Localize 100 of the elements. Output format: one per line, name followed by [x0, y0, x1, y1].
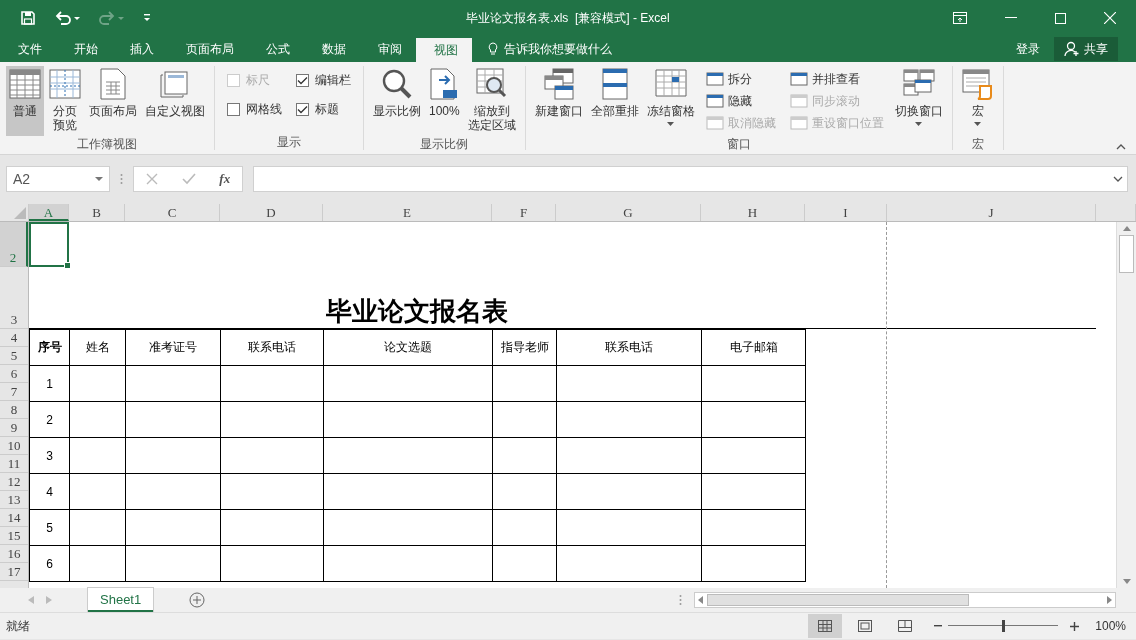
- ribbon-tab[interactable]: 公式: [248, 36, 304, 62]
- row-header[interactable]: 11: [0, 455, 28, 473]
- collapse-ribbon-icon[interactable]: [1116, 144, 1126, 150]
- scroll-thumb[interactable]: [1119, 235, 1134, 273]
- ribbon-button[interactable]: 自定义视图: [142, 66, 208, 136]
- row-header[interactable]: 17: [0, 563, 28, 581]
- scroll-up-icon[interactable]: [1122, 226, 1131, 231]
- column-header[interactable]: B: [69, 204, 125, 221]
- ribbon-button[interactable]: 隐藏: [705, 92, 776, 110]
- column-header[interactable]: C: [125, 204, 220, 221]
- zoom-level[interactable]: 100%: [1095, 619, 1126, 633]
- tell-me-field[interactable]: 告诉我你想要做什么: [504, 40, 612, 58]
- column-header[interactable]: E: [323, 204, 492, 221]
- ribbon-button[interactable]: 100%: [426, 66, 463, 136]
- cancel-icon[interactable]: [145, 173, 158, 185]
- table-header-cell: 准考证号: [125, 329, 221, 366]
- expand-icon[interactable]: [1113, 176, 1123, 182]
- column-header[interactable]: A: [29, 204, 69, 221]
- customize-icon[interactable]: [142, 13, 152, 23]
- normal-view-button[interactable]: [808, 614, 843, 638]
- checkbox-option[interactable]: 网格线: [227, 101, 282, 118]
- ribbon-button[interactable]: 冻结窗格: [643, 66, 698, 136]
- table-cell: [69, 437, 126, 474]
- ribbon-tab[interactable]: 数据: [304, 36, 360, 62]
- scroll-thumb[interactable]: [707, 594, 969, 606]
- column-header[interactable]: J: [887, 204, 1096, 221]
- table-header-cell: 论文选题: [323, 329, 493, 366]
- ribbon-tab[interactable]: 插入: [112, 36, 168, 62]
- maximize-icon[interactable]: [1055, 12, 1066, 24]
- checkmark-icon[interactable]: [181, 173, 196, 185]
- column-header[interactable]: G: [556, 204, 701, 221]
- row-header[interactable]: 2: [0, 222, 28, 267]
- ribbon-tab[interactable]: 文件: [0, 36, 56, 62]
- drag-handle-icon[interactable]: [120, 173, 123, 185]
- ribbon-button[interactable]: 普通: [6, 66, 44, 136]
- sign-in-link[interactable]: 登录: [1002, 36, 1054, 62]
- lightbulb-icon: [488, 42, 498, 56]
- row-header[interactable]: 8: [0, 401, 28, 419]
- row-header[interactable]: 9: [0, 419, 28, 437]
- row-header[interactable]: 5: [0, 347, 28, 365]
- row-header[interactable]: 12: [0, 473, 28, 491]
- caret-icon[interactable]: [95, 177, 103, 181]
- ribbon-tab[interactable]: 视图: [416, 38, 472, 62]
- ribbon-button[interactable]: 并排查看: [789, 70, 884, 88]
- row-header[interactable]: 6: [0, 365, 28, 383]
- checkbox-option[interactable]: 标题: [296, 101, 351, 118]
- scroll-left-icon[interactable]: [698, 596, 703, 604]
- vertical-scrollbar[interactable]: [1116, 222, 1136, 588]
- ribbon-button[interactable]: 拆分: [705, 70, 776, 88]
- zoom-in-icon[interactable]: [1070, 621, 1080, 631]
- ribbon-button[interactable]: 显示比例: [370, 66, 424, 136]
- row-header[interactable]: 14: [0, 509, 28, 527]
- column-header[interactable]: F: [492, 204, 556, 221]
- zoom-slider[interactable]: [948, 619, 1059, 633]
- minimize-icon[interactable]: [1005, 17, 1017, 19]
- ribbon-button[interactable]: 页面布局: [86, 66, 140, 136]
- ribbon-tab[interactable]: 页面布局: [168, 36, 248, 62]
- undo-icon[interactable]: [54, 10, 80, 26]
- column-header[interactable]: H: [701, 204, 805, 221]
- scroll-right-icon[interactable]: [1107, 596, 1112, 604]
- table-header-cell: 电子邮箱: [701, 329, 806, 366]
- selected-cell[interactable]: [29, 222, 69, 267]
- ribbon-options-icon[interactable]: [953, 12, 967, 24]
- row-header[interactable]: 10: [0, 437, 28, 455]
- ribbon-button[interactable]: 切换窗口: [891, 66, 946, 136]
- row-header[interactable]: 3: [0, 267, 28, 329]
- column-header[interactable]: I: [805, 204, 887, 221]
- grid-icon: [9, 68, 41, 100]
- row-header[interactable]: 4: [0, 329, 28, 347]
- ribbon-tab[interactable]: 开始: [56, 36, 112, 62]
- insert-function-button[interactable]: fx: [219, 171, 231, 187]
- ribbon-tab[interactable]: 审阅: [360, 36, 416, 62]
- ribbon-button[interactable]: 全部重排: [587, 66, 642, 136]
- scroll-down-icon[interactable]: [1122, 579, 1131, 584]
- row-header[interactable]: 16: [0, 545, 28, 563]
- row-header[interactable]: 15: [0, 527, 28, 545]
- share-button[interactable]: 共享: [1054, 37, 1118, 61]
- close-icon[interactable]: [1104, 12, 1116, 24]
- ribbon-button[interactable]: 分页 预览: [46, 66, 84, 136]
- row-header[interactable]: 13: [0, 491, 28, 509]
- horizontal-scrollbar[interactable]: [694, 592, 1116, 608]
- checkbox-option[interactable]: 编辑栏: [296, 72, 351, 89]
- checkmark-icon: [297, 76, 308, 85]
- row-header[interactable]: 7: [0, 383, 28, 401]
- table-header-cell: 序号: [29, 329, 70, 366]
- window-icon: [705, 72, 724, 86]
- table-cell: [492, 437, 557, 474]
- formula-field[interactable]: [253, 166, 1128, 192]
- name-box[interactable]: A2: [6, 166, 110, 192]
- windows-icon: [542, 68, 575, 100]
- ribbon-button[interactable]: 新建窗口: [531, 66, 586, 136]
- column-header[interactable]: D: [220, 204, 323, 221]
- add-sheet-icon[interactable]: [189, 592, 206, 608]
- save-icon[interactable]: [20, 10, 36, 26]
- sheet-tab[interactable]: Sheet1: [88, 588, 154, 612]
- ribbon-button[interactable]: 宏: [958, 66, 997, 136]
- table-header-cell: 联系电话: [220, 329, 324, 366]
- redo-icon[interactable]: [98, 10, 124, 26]
- ribbon-button[interactable]: 缩放到 选定区域: [464, 66, 519, 136]
- drag-handle-icon[interactable]: [679, 594, 682, 606]
